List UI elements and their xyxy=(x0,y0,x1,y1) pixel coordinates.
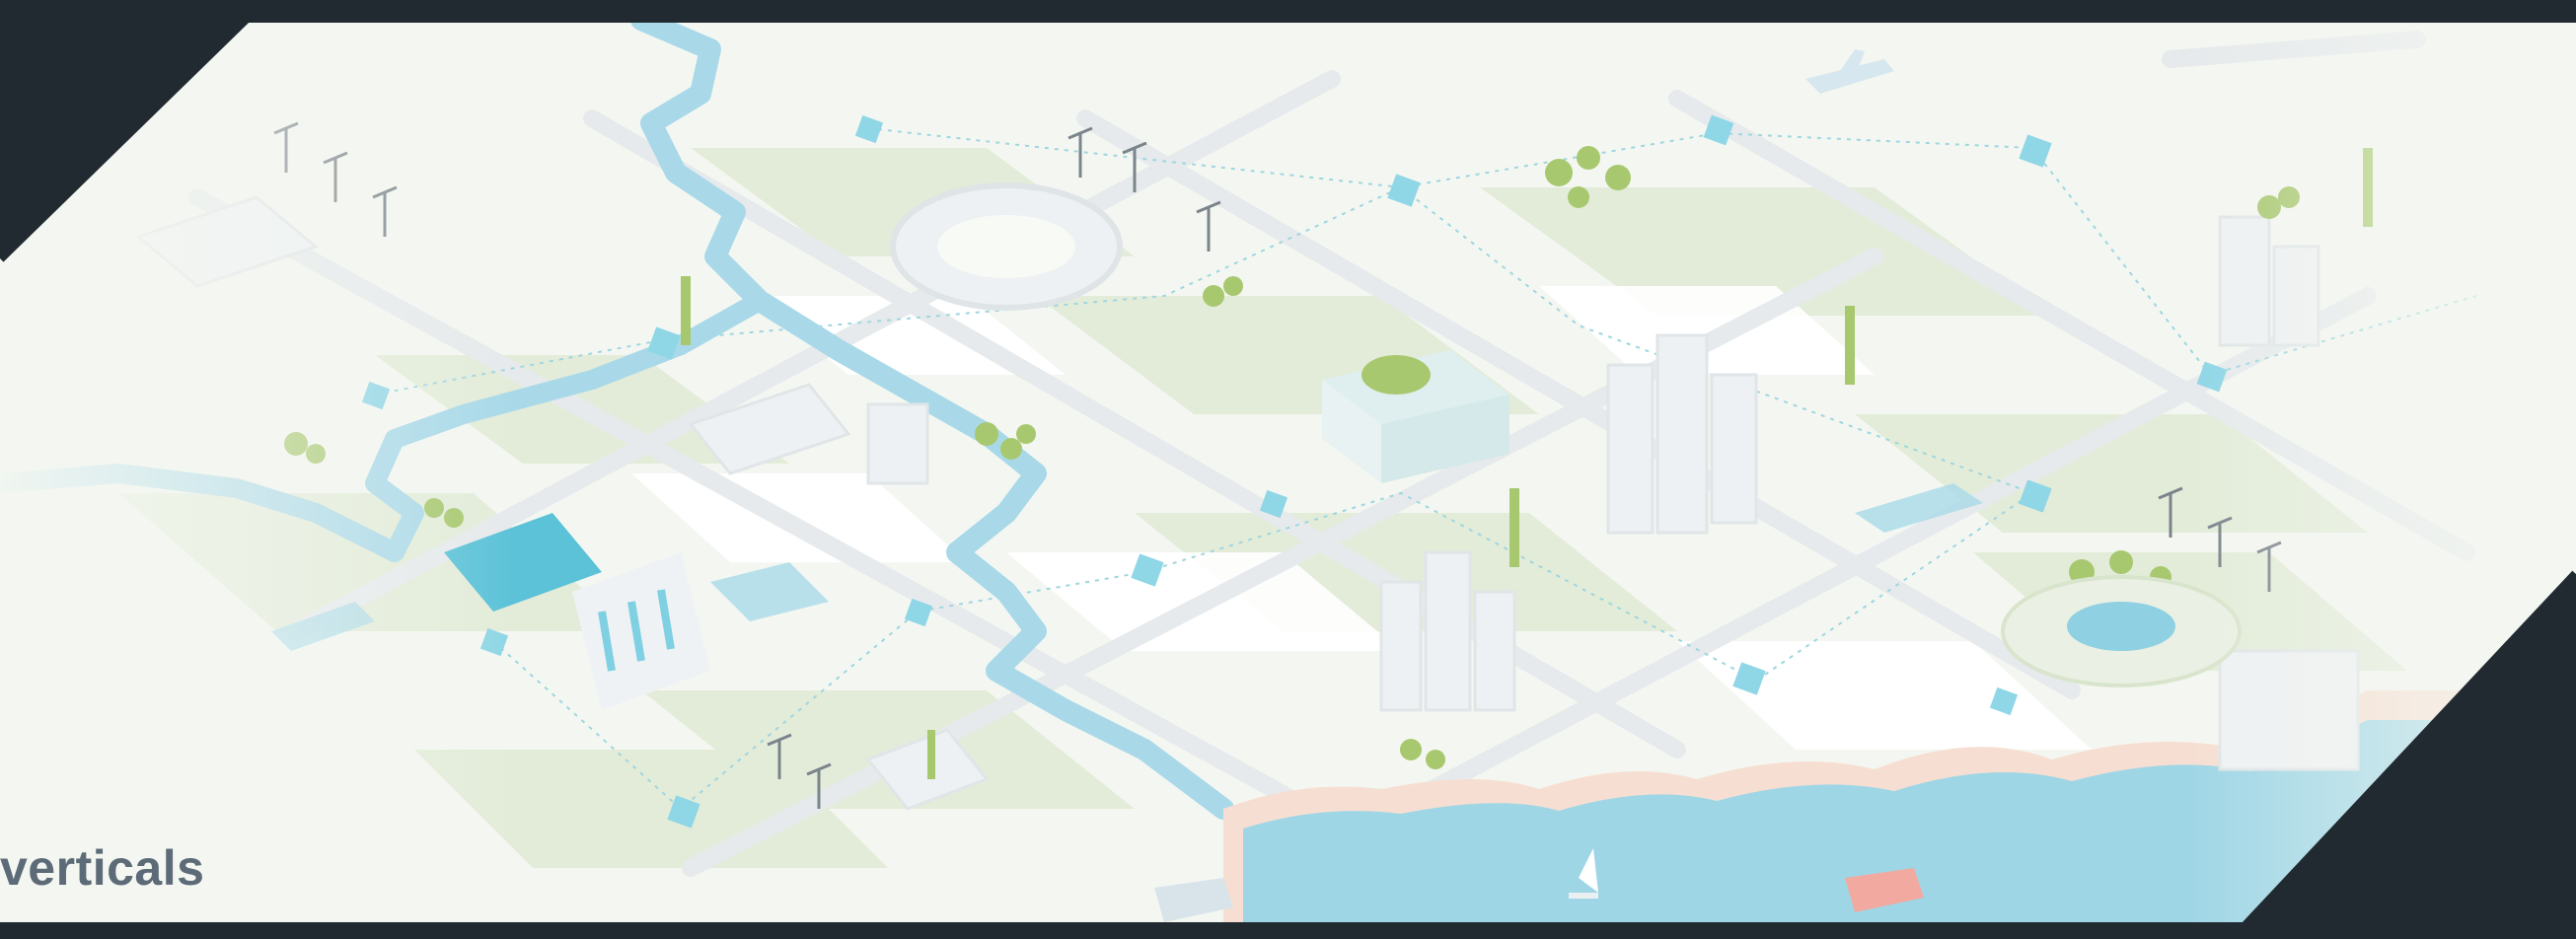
city-map-illustration xyxy=(0,0,2576,939)
hero-banner: verticals xyxy=(0,0,2576,939)
caption-text: verticals xyxy=(0,840,205,896)
